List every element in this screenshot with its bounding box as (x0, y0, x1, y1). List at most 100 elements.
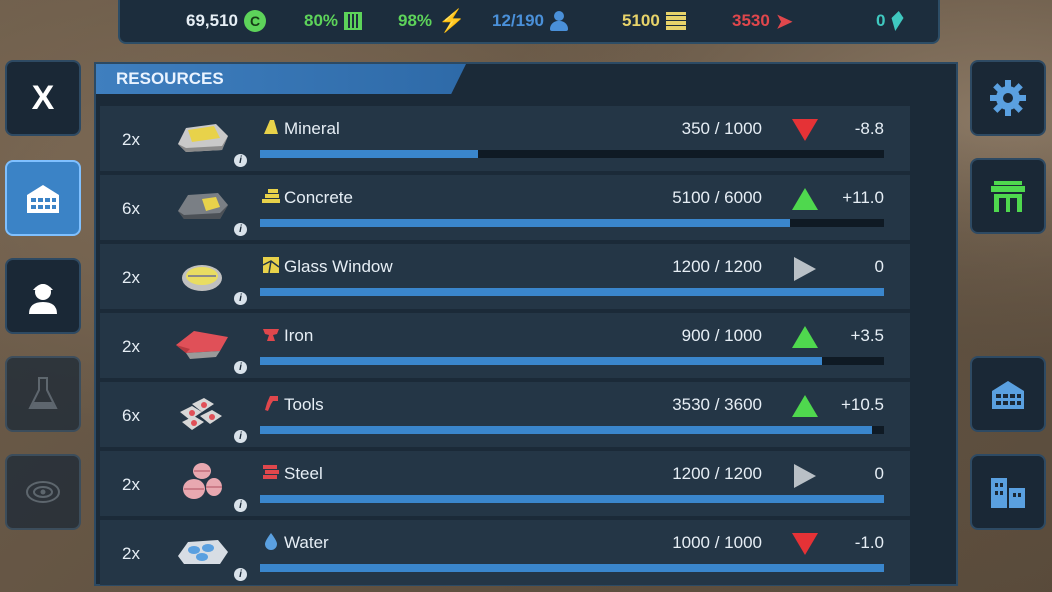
credits-value: 69,510 (186, 11, 238, 30)
city-icon (991, 478, 1025, 508)
galaxy-icon (26, 481, 60, 503)
building-icon (27, 185, 59, 213)
resource-quantity: 2x (122, 544, 140, 563)
resource-name: Steel (284, 464, 323, 483)
glass-icon (262, 256, 280, 274)
resource-rate: +10.5 (840, 395, 884, 414)
trend-down-icon (792, 532, 818, 556)
top-resource-bar: 69,510 C 80% 98% ⚡ 12/190 5100 3530 ➤ 0 (118, 0, 940, 44)
resource-quantity: 2x (122, 337, 140, 356)
resource-progress-bar (260, 219, 884, 227)
resource-quantity: 2x (122, 130, 140, 149)
trend-up-icon (792, 187, 818, 211)
market-button[interactable] (970, 158, 1046, 234)
resources-panel: RESOURCES 2x i Mineral 350 / 1000 -8.8 6x i Con… (94, 62, 958, 586)
research-tab-button[interactable] (5, 356, 81, 432)
mineral-thumbnail-icon (172, 116, 234, 158)
resource-progress-bar (260, 150, 884, 158)
flask-icon (28, 377, 58, 409)
crystal-icon (890, 11, 906, 31)
power-value: 98% (398, 11, 433, 30)
resource-rate: 0 (874, 257, 884, 276)
resource-rate: -8.8 (854, 119, 884, 138)
resource-name: Glass Window (284, 257, 393, 276)
resource-progress-bar (260, 564, 884, 572)
resource-quantity: 2x (122, 475, 140, 494)
water-icon (262, 532, 280, 550)
credits-stat[interactable]: 69,510 C (186, 0, 266, 42)
workers-tab-button[interactable] (5, 258, 81, 334)
concrete-stat[interactable]: 5100 (622, 0, 686, 42)
gems-value: 0 (876, 11, 886, 30)
resource-rate: 0 (874, 464, 884, 483)
resource-amount: 5100 / 6000 (672, 188, 762, 207)
cpu-stat[interactable]: 80% (304, 0, 363, 42)
concrete-thumbnail-icon (172, 185, 234, 227)
power-stat[interactable]: 98% ⚡ (398, 0, 465, 42)
resource-amount: 3530 / 3600 (672, 395, 762, 414)
resource-name: Concrete (284, 188, 353, 207)
resource-progress-bar (260, 288, 884, 296)
resource-progress-fill (260, 426, 872, 434)
building-icon (992, 381, 1024, 409)
resource-amount: 350 / 1000 (681, 119, 762, 138)
resource-amount: 1200 / 1200 (672, 257, 762, 276)
drill-icon: ➤ (775, 10, 793, 33)
info-icon[interactable]: i (234, 361, 247, 374)
trend-up-icon (792, 394, 818, 418)
galaxy-tab-button[interactable] (5, 454, 81, 530)
resource-row-steel[interactable]: 2x i Steel 1200 / 1200 0 (100, 451, 910, 516)
resource-progress-fill (260, 288, 884, 296)
resources-tab-button[interactable] (5, 160, 81, 236)
resource-rate: -1.0 (854, 533, 884, 552)
steel-icon (262, 463, 280, 481)
steel-thumbnail-icon (172, 461, 234, 503)
panel-title: RESOURCES (96, 64, 466, 94)
info-icon[interactable]: i (234, 568, 247, 581)
resource-quantity: 6x (122, 406, 140, 425)
info-icon[interactable]: i (234, 430, 247, 443)
resource-progress-fill (260, 564, 884, 572)
trend-flat-icon (792, 256, 818, 281)
lightning-icon: ⚡ (438, 8, 466, 33)
info-icon[interactable]: i (234, 292, 247, 305)
tools-stat[interactable]: 3530 ➤ (732, 0, 793, 42)
tools-icon (262, 394, 280, 412)
concrete-icon (262, 187, 280, 205)
resource-row-tools[interactable]: 6x i Tools 3530 / 3600 +10.5 (100, 382, 910, 447)
worker-icon (550, 11, 568, 31)
resource-row-iron[interactable]: 2x i Iron 900 / 1000 +3.5 (100, 313, 910, 378)
resource-rate: +11.0 (842, 188, 884, 207)
info-icon[interactable]: i (234, 223, 247, 236)
resource-progress-bar (260, 426, 884, 434)
resource-progress-fill (260, 219, 791, 227)
info-icon[interactable]: i (234, 499, 247, 512)
resource-quantity: 6x (122, 199, 140, 218)
close-button[interactable]: X (5, 60, 81, 136)
resource-row-concrete[interactable]: 6x i Concrete 5100 / 6000 +11.0 (100, 175, 910, 240)
resource-progress-bar (260, 495, 884, 503)
info-icon[interactable]: i (234, 154, 247, 167)
resource-name: Iron (284, 326, 314, 345)
trend-flat-icon (792, 463, 818, 488)
resource-name: Mineral (284, 119, 340, 138)
resource-progress-bar (260, 357, 884, 365)
resource-row-mineral[interactable]: 2x i Mineral 350 / 1000 -8.8 (100, 106, 910, 171)
chip-icon (344, 12, 363, 30)
workers-value: 12/190 (492, 11, 544, 30)
resource-name: Water (284, 533, 329, 552)
city-button[interactable] (970, 454, 1046, 530)
tools-thumbnail-icon (172, 392, 234, 434)
gems-stat[interactable]: 0 (876, 0, 903, 42)
workers-stat[interactable]: 12/190 (492, 0, 568, 42)
resource-quantity: 2x (122, 268, 140, 287)
cpu-value: 80% (304, 11, 339, 30)
gear-icon (990, 80, 1026, 116)
settings-button[interactable] (970, 60, 1046, 136)
resource-progress-fill (260, 357, 822, 365)
resource-row-glass-window[interactable]: 2x i Glass Window 1200 / 1200 0 (100, 244, 910, 309)
buildings-button[interactable] (970, 356, 1046, 432)
resource-row-water[interactable]: 2x i Water 1000 / 1000 -1.0 (100, 520, 910, 585)
concrete-value: 5100 (622, 11, 660, 30)
iron-thumbnail-icon (172, 323, 234, 365)
